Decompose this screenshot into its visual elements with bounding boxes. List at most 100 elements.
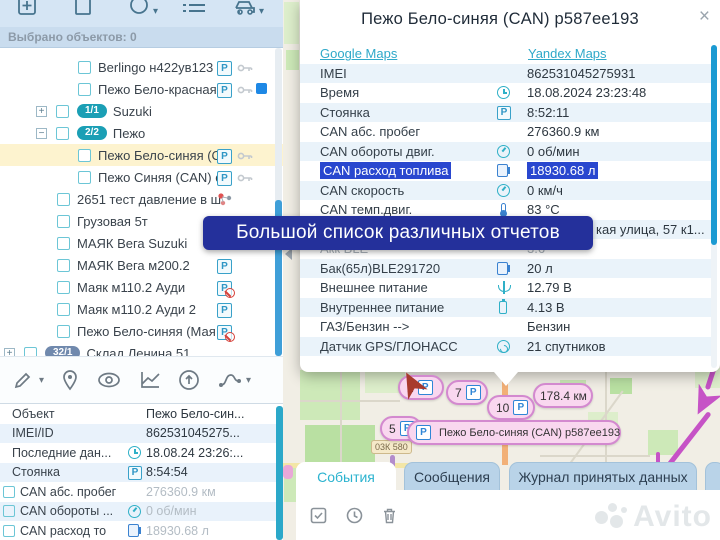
map-cluster-pill[interactable]: 7 P xyxy=(446,380,488,405)
row-label: CAN обороты двиг. xyxy=(320,144,435,159)
group-row[interactable]: − 2/2 Пежо xyxy=(0,122,283,144)
info-value: 18930.68 л xyxy=(146,524,209,538)
unit-checkbox[interactable] xyxy=(78,171,91,184)
export-upload-button[interactable] xyxy=(178,369,200,391)
unit-checkbox[interactable] xyxy=(57,259,70,272)
info-row[interactable]: IMEI/ID 862531045275... xyxy=(0,424,276,444)
info-row[interactable]: Стоянка P 8:54:54 xyxy=(0,463,276,483)
unit-label: Пежо Бело-синяя (Мая xyxy=(77,324,216,339)
group-checkbox[interactable] xyxy=(56,127,69,140)
row-value: 12.79 В xyxy=(527,280,572,295)
info-row[interactable]: Последние дан... 18.08.24 23:26:... xyxy=(0,443,276,463)
tab-journal[interactable]: Журнал принятых данных xyxy=(509,462,697,491)
collapse-minus-icon[interactable]: − xyxy=(36,128,47,139)
map-distance-pill[interactable]: 178.4 км xyxy=(533,383,593,408)
unit-tooltip-popup: Пежо Бело-синяя (CAN) p587ee193 × Google… xyxy=(300,0,720,372)
selection-circle-button[interactable] xyxy=(128,0,150,17)
unit-row[interactable]: Маяк м110.2 Ауди 2 P xyxy=(0,298,283,320)
unit-checkbox[interactable] xyxy=(57,193,70,206)
map-cluster-pill[interactable]: 10 P xyxy=(487,395,535,420)
gauge-icon xyxy=(497,184,510,197)
row-label: CAN темп.двиг. xyxy=(320,202,412,217)
scrollbar-thumb[interactable] xyxy=(711,45,717,245)
group-checkbox[interactable] xyxy=(56,105,69,118)
unit-row-selected[interactable]: Пежо Бело-синяя (С P xyxy=(0,144,283,166)
gauge-icon xyxy=(497,145,510,158)
info-row[interactable]: CAN абс. пробег 276360.9 км xyxy=(0,482,276,502)
group-row[interactable]: + 1/1 Suzuki xyxy=(0,100,283,122)
expand-plus-icon[interactable]: + xyxy=(36,106,47,117)
select-all-checkbox-icon[interactable] xyxy=(310,507,327,524)
close-icon[interactable]: × xyxy=(699,6,710,28)
selected-objects-header: Выбрано объектов: 0 xyxy=(0,27,283,48)
info-value: 8:54:54 xyxy=(146,465,188,479)
vehicle-filter-button[interactable] xyxy=(233,0,257,17)
info-value: 862531045275... xyxy=(146,426,240,440)
chart-button[interactable] xyxy=(139,370,161,390)
row-label: Стоянка xyxy=(320,105,370,120)
add-unit-button[interactable] xyxy=(17,0,37,17)
gauge-icon xyxy=(128,505,141,518)
yandex-maps-link[interactable]: Yandex Maps xyxy=(528,46,607,61)
row-value: 0 об/мин xyxy=(527,144,580,159)
location-pin-button[interactable] xyxy=(61,369,79,391)
unit-checkbox[interactable] xyxy=(78,149,91,162)
selection-rect-button[interactable] xyxy=(74,0,92,17)
sensor-checkbox[interactable] xyxy=(3,505,15,517)
tab-events[interactable]: События xyxy=(296,462,396,491)
unit-checkbox[interactable] xyxy=(57,215,70,228)
row-label: ГАЗ/Бензин --> xyxy=(320,319,409,334)
map-road xyxy=(540,455,650,457)
unit-row[interactable]: Berlingo н422ув123 P xyxy=(0,56,283,78)
unit-list-scrollbar[interactable] xyxy=(275,48,282,356)
info-row[interactable]: Объект Пежо Бело-син... xyxy=(0,404,276,424)
row-value: 276360.9 км xyxy=(527,124,599,139)
info-panel-scrollbar[interactable] xyxy=(276,406,283,540)
chevron-down-icon[interactable]: ▾ xyxy=(39,375,44,386)
popup-row: CAN скорость 0 км/ч xyxy=(300,181,711,201)
unit-row[interactable]: 2651 тест давление в ш xyxy=(0,188,283,210)
unit-checkbox[interactable] xyxy=(57,325,70,338)
info-label: Стоянка xyxy=(12,465,60,479)
unit-checkbox[interactable] xyxy=(78,61,91,74)
maps-links-row: Google Maps Yandex Maps xyxy=(300,44,711,64)
track-route-button[interactable] xyxy=(217,370,243,390)
popup-row: Датчик GPS/ГЛОНАСС 21 спутников xyxy=(300,337,711,357)
unit-pill-label: Пежо Бело-синяя (CAN) p587ee193 xyxy=(439,427,620,439)
edit-pencil-button[interactable] xyxy=(12,369,34,391)
unit-row[interactable]: Маяк м110.2 Ауди P xyxy=(0,276,283,298)
chevron-down-icon[interactable]: ▾ xyxy=(246,375,251,386)
row-value: 4.13 В xyxy=(527,300,565,315)
popup-scrollbar[interactable] xyxy=(711,45,717,368)
tab-messages[interactable]: Сообщения xyxy=(404,462,500,491)
tab-label: Сообщения xyxy=(414,469,490,485)
delete-trash-icon[interactable] xyxy=(382,507,397,524)
info-row[interactable]: CAN расход то 18930.68 л xyxy=(0,521,276,540)
sensor-checkbox[interactable] xyxy=(3,486,15,498)
unit-label: Маяк м110.2 Ауди 2 xyxy=(77,302,196,317)
chevron-down-icon[interactable]: ▾ xyxy=(259,6,264,17)
group-count-badge: 1/1 xyxy=(77,104,107,118)
road-number-label: 03К 580 xyxy=(371,440,412,454)
eye-visibility-button[interactable] xyxy=(96,370,122,390)
tab-partial[interactable] xyxy=(705,462,720,491)
unit-checkbox[interactable] xyxy=(57,281,70,294)
unit-label: МАЯК Вега м200.2 xyxy=(77,258,190,273)
unit-label: МАЯК Вега Suzuki xyxy=(77,236,187,251)
map-unit-pill[interactable]: P Пежо Бело-синяя (CAN) p587ee193 xyxy=(407,420,621,445)
unit-row[interactable]: МАЯК Вега м200.2 P xyxy=(0,254,283,276)
unit-row[interactable]: Пежо Синяя (CAN) с P xyxy=(0,166,283,188)
unit-row[interactable]: Пежо Бело-синяя (Мая P xyxy=(0,320,283,342)
popup-row: Время 18.08.2024 23:23:48 xyxy=(300,83,711,103)
list-view-button[interactable] xyxy=(181,0,207,17)
sensor-checkbox[interactable] xyxy=(3,525,15,537)
info-row[interactable]: CAN обороты ... 0 об/мин xyxy=(0,502,276,522)
chevron-down-icon[interactable]: ▾ xyxy=(153,6,158,17)
time-filter-icon[interactable] xyxy=(346,507,363,524)
unit-checkbox[interactable] xyxy=(57,303,70,316)
unit-checkbox[interactable] xyxy=(57,237,70,250)
unit-row[interactable]: Пежо Бело-красная P xyxy=(0,78,283,100)
popup-row: CAN обороты двиг. 0 об/мин xyxy=(300,142,711,162)
unit-checkbox[interactable] xyxy=(78,83,91,96)
google-maps-link[interactable]: Google Maps xyxy=(320,46,397,61)
